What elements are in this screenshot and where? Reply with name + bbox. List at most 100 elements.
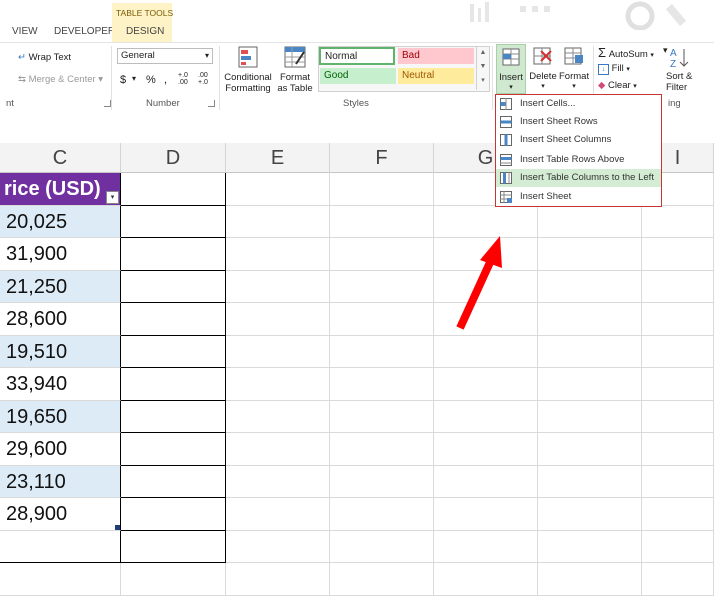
table-resize-handle[interactable] [115,524,120,530]
price-cell[interactable]: 23,110 [0,465,121,498]
grid-cell[interactable] [434,498,538,531]
grid-cell[interactable] [434,530,538,563]
grid-cell[interactable] [538,530,642,563]
wrap-text-button[interactable]: ↵ Wrap Text [18,52,71,63]
grid-cell[interactable] [330,530,434,563]
format-as-table-button[interactable]: Format as Table [274,44,316,96]
grid-cell[interactable] [121,368,226,401]
grid-cell[interactable] [121,400,226,433]
price-cell[interactable]: 19,510 [0,335,121,368]
grid-cell[interactable] [0,530,121,563]
grid-cell[interactable] [330,498,434,531]
autosum-button[interactable]: Σ AutoSum ▾ [598,45,654,60]
currency-button[interactable]: $ [120,74,126,86]
gallery-scroll[interactable]: ▲ ▼ ▾ [476,46,489,90]
grid-cell[interactable] [226,303,330,336]
menu-item-insert-sheet-rows[interactable]: Insert Sheet Rows [496,113,661,131]
alignment-launcher[interactable] [104,100,111,107]
grid-cell[interactable] [538,368,642,401]
delete-button[interactable]: Delete ▾ [528,44,558,94]
price-cell[interactable]: 28,600 [0,303,121,336]
grid-cell[interactable] [121,173,226,206]
decrease-decimal-button[interactable]: .00 +.0 [198,72,212,86]
grid-cell[interactable] [330,270,434,303]
grid-cell[interactable] [538,465,642,498]
grid-cell[interactable] [538,205,642,238]
grid-cell[interactable] [121,530,226,563]
tab-view[interactable]: VIEW [12,26,38,37]
grid-cell[interactable] [330,173,434,206]
grid-cell[interactable] [226,173,330,206]
grid-cell[interactable] [121,563,226,596]
price-cell[interactable]: 31,900 [0,238,121,271]
comma-button[interactable]: , [164,74,167,86]
grid-cell[interactable] [0,563,121,596]
grid-cell[interactable] [226,400,330,433]
clear-button[interactable]: ◆ Clear ▾ [598,80,637,91]
grid-cell[interactable] [434,368,538,401]
grid-cell[interactable] [642,400,714,433]
grid-cell[interactable] [642,433,714,466]
chevron-down-icon[interactable]: ▾ [132,74,136,83]
grid-cell[interactable] [434,465,538,498]
column-header-d[interactable]: D [121,143,226,173]
grid-cell[interactable] [642,563,714,596]
grid-cell[interactable] [226,563,330,596]
grid-cell[interactable] [226,465,330,498]
number-format-select[interactable]: General ▾ [117,48,213,64]
grid-cell[interactable] [226,238,330,271]
grid-cell[interactable] [538,563,642,596]
grid-cell[interactable] [434,563,538,596]
grid-cell[interactable] [121,270,226,303]
grid-cell[interactable] [226,335,330,368]
grid-cell[interactable] [121,433,226,466]
grid-cell[interactable] [538,498,642,531]
column-header-c[interactable]: C [0,143,121,173]
sort-filter-button[interactable]: A Z Sort & Filter [666,44,706,96]
grid-cell[interactable] [330,303,434,336]
grid-cell[interactable] [121,335,226,368]
grid-cell[interactable] [121,205,226,238]
price-cell[interactable]: 33,940 [0,368,121,401]
grid-cell[interactable] [330,368,434,401]
grid-cell[interactable] [642,270,714,303]
grid-cell[interactable] [226,368,330,401]
grid-cell[interactable] [226,433,330,466]
column-header-f[interactable]: F [330,143,434,173]
price-cell[interactable]: 20,025 [0,205,121,238]
grid-cell[interactable] [642,238,714,271]
grid-cell[interactable] [434,400,538,433]
merge-center-button[interactable]: ⇆ Merge & Center ▾ [18,74,103,85]
grid-cell[interactable] [434,335,538,368]
increase-decimal-button[interactable]: +.0 .00 [178,72,192,86]
grid-cell[interactable] [226,498,330,531]
grid-cell[interactable] [538,303,642,336]
style-bad[interactable]: Bad [398,48,474,64]
grid-cell[interactable] [642,205,714,238]
style-good[interactable]: Good [320,68,396,84]
table-header-price[interactable]: rice (USD) ▾ [0,173,121,206]
grid-cell[interactable] [121,303,226,336]
format-button[interactable]: Format ▾ [559,44,589,94]
grid-cell[interactable] [538,433,642,466]
fill-button[interactable]: ↓ Fill ▾ [598,63,630,75]
column-header-e[interactable]: E [226,143,330,173]
grid-cell[interactable] [642,303,714,336]
grid-cell[interactable] [330,563,434,596]
price-cell[interactable]: 29,600 [0,433,121,466]
tab-design[interactable]: DESIGN [126,26,164,37]
grid-cell[interactable] [330,205,434,238]
number-launcher[interactable] [208,100,215,107]
grid-cell[interactable] [330,335,434,368]
menu-item-insert-sheet-columns[interactable]: Insert Sheet Columns [496,131,661,149]
price-cell[interactable]: 21,250 [0,270,121,303]
filter-dropdown-icon[interactable]: ▾ [106,191,119,204]
price-cell[interactable]: 28,900 [0,498,121,531]
grid-cell[interactable] [642,368,714,401]
grid-cell[interactable] [330,400,434,433]
percent-button[interactable]: % [146,74,156,86]
grid-cell[interactable] [330,433,434,466]
style-neutral[interactable]: Neutral [398,68,474,84]
insert-button[interactable]: Insert ▾ [496,44,526,94]
grid-cell[interactable] [226,205,330,238]
